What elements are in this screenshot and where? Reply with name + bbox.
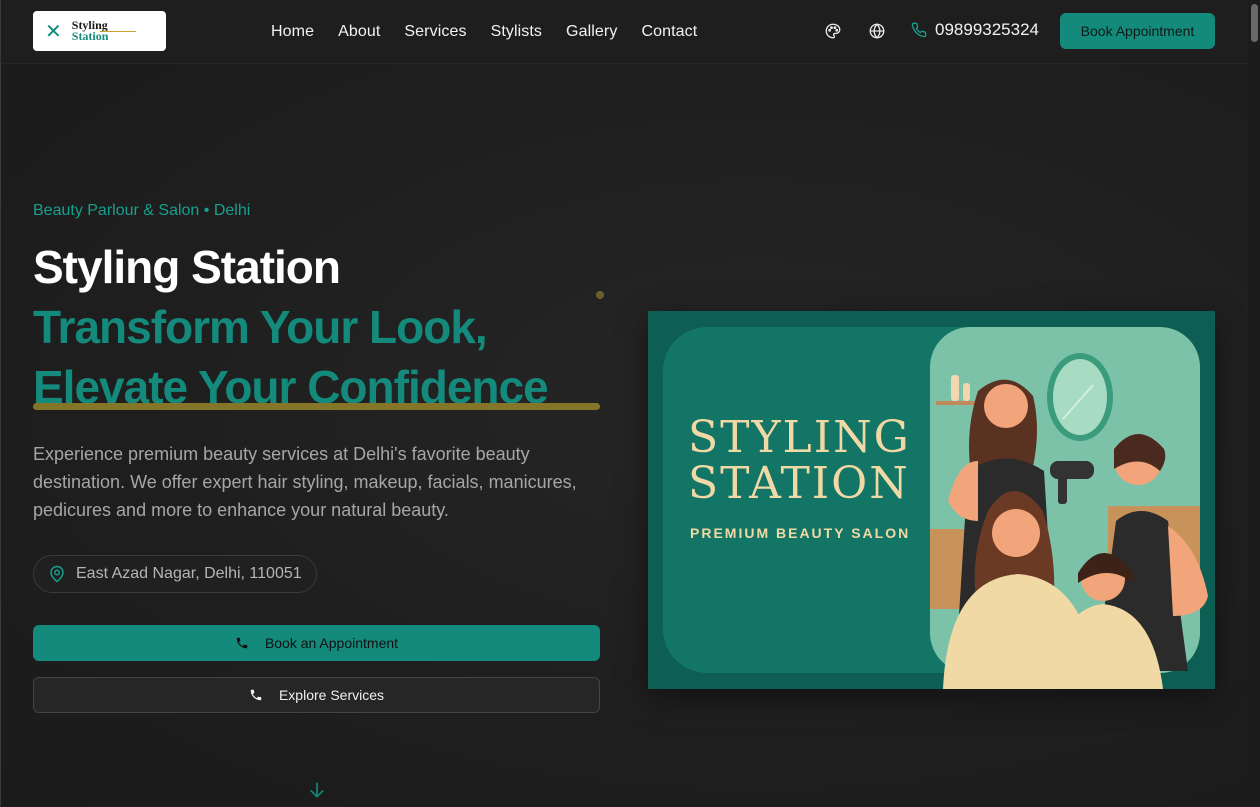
- page-scrollbar[interactable]: [1248, 0, 1260, 807]
- hero-tagline-line-1: Transform Your Look,: [33, 301, 488, 353]
- image-title-line-1: STYLING: [688, 412, 911, 463]
- book-an-appointment-label: Book an Appointment: [264, 635, 399, 651]
- nav-stylists[interactable]: Stylists: [491, 23, 542, 41]
- book-an-appointment-button[interactable]: Book an Appointment: [33, 625, 600, 661]
- page: ✕ Styling Station Home About Services St…: [0, 0, 1260, 807]
- header-phone[interactable]: 09899325324: [911, 20, 1039, 40]
- hero-image: STYLING STATION PREMIUM BEAUTY SALON: [648, 311, 1215, 689]
- phone-icon: [236, 637, 248, 649]
- hero-eyebrow: Beauty Parlour & Salon • Delhi: [33, 202, 251, 219]
- logo-accent-line: [99, 31, 136, 32]
- site-header: ✕ Styling Station Home About Services St…: [1, 0, 1249, 64]
- globe-icon[interactable]: [868, 22, 886, 40]
- nav-gallery[interactable]: Gallery: [566, 23, 617, 41]
- explore-services-label: Explore Services: [278, 687, 385, 703]
- map-pin-icon: [50, 565, 64, 583]
- logo-text: Styling Station: [71, 19, 136, 43]
- nav-about[interactable]: About: [338, 23, 380, 41]
- hero-description: Experience premium beauty services at De…: [33, 444, 577, 520]
- image-subtitle: PREMIUM BEAUTY SALON: [690, 525, 911, 541]
- phone-number: 09899325324: [935, 20, 1040, 39]
- hero-title: Styling Station: [33, 241, 341, 293]
- image-title: STYLING STATION: [688, 415, 918, 507]
- main-nav: Home About Services Stylists Gallery Con…: [271, 0, 721, 64]
- image-title-line-2: STATION: [688, 458, 910, 509]
- scrollbar-thumb[interactable]: [1251, 4, 1258, 42]
- book-appointment-button[interactable]: Book Appointment: [1060, 13, 1215, 49]
- phone-icon: [250, 689, 262, 701]
- decorative-dot: [596, 291, 604, 299]
- nav-services[interactable]: Services: [404, 23, 466, 41]
- logo[interactable]: ✕ Styling Station: [33, 11, 166, 51]
- arrow-down-icon[interactable]: [307, 780, 327, 800]
- address-text: East Azad Nagar, Delhi, 110051: [76, 565, 302, 582]
- scissors-logo-icon: ✕: [45, 19, 62, 43]
- logo-line-2: Station: [71, 29, 109, 43]
- nav-home[interactable]: Home: [271, 23, 314, 41]
- phone-icon: [911, 22, 927, 38]
- address-badge: East Azad Nagar, Delhi, 110051: [33, 555, 317, 593]
- explore-services-button[interactable]: Explore Services: [33, 677, 600, 713]
- palette-icon[interactable]: [824, 22, 842, 40]
- nav-contact[interactable]: Contact: [641, 23, 697, 41]
- tagline-underline: [33, 403, 600, 410]
